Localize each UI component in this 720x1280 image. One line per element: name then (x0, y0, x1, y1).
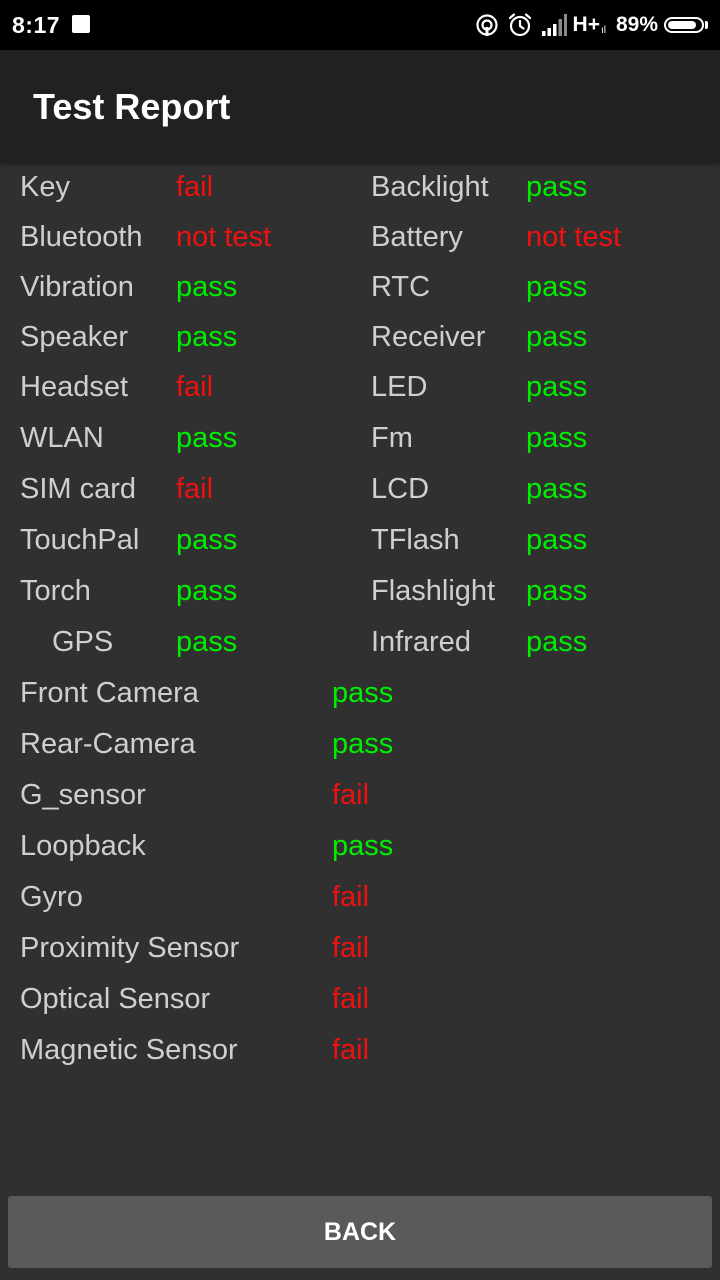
page-title: Test Report (33, 86, 231, 127)
test-label-gps: GPS (52, 626, 114, 658)
report-row: Loopback pass (0, 821, 720, 871)
test-label-battery: Battery (371, 221, 463, 253)
app-bar: Test Report (0, 50, 720, 162)
test-label-lcd: LCD (371, 473, 430, 505)
test-label-g-sensor: G_sensor (20, 779, 146, 811)
test-result-loopback: pass (332, 830, 394, 862)
report-row: WLAN pass Fm pass (0, 413, 720, 463)
report-row: SIM card fail LCD pass (0, 464, 720, 514)
report-row: Optical Sensor fail (0, 974, 720, 1024)
report-row: Front Camera pass (0, 668, 720, 718)
report-row: Key fail Backlight pass (0, 162, 720, 212)
report-row: Rear-Camera pass (0, 719, 720, 769)
test-result-rtc: pass (526, 271, 588, 303)
test-label-bluetooth: Bluetooth (20, 221, 143, 253)
test-label-speaker: Speaker (20, 321, 129, 353)
test-result-front-camera: pass (332, 677, 394, 709)
test-label-torch: Torch (20, 575, 91, 607)
signal-icon (541, 14, 567, 36)
test-label-proximity-sensor: Proximity Sensor (20, 932, 240, 964)
test-label-flashlight: Flashlight (371, 575, 496, 607)
test-result-optical-sensor: fail (332, 983, 370, 1015)
test-label-backlight: Backlight (371, 171, 489, 203)
test-result-g-sensor: fail (332, 779, 370, 811)
test-label-headset: Headset (20, 371, 129, 403)
test-result-led: pass (526, 371, 588, 403)
test-label-wlan: WLAN (20, 422, 104, 454)
test-result-receiver: pass (526, 321, 588, 353)
report-row: Proximity Sensor fail (0, 923, 720, 973)
test-result-backlight: pass (526, 171, 588, 203)
report-row: Vibration pass RTC pass (0, 262, 720, 312)
hotspot-icon (475, 13, 499, 37)
report-row: Headset fail LED pass (0, 362, 720, 412)
test-label-touchpal: TouchPal (20, 524, 140, 556)
test-label-tflash: TFlash (371, 524, 460, 556)
test-result-headset: fail (176, 371, 214, 403)
notification-icon (72, 15, 90, 33)
report-row: Gyro fail (0, 872, 720, 922)
test-label-rtc: RTC (371, 271, 431, 303)
test-label-vibration: Vibration (20, 271, 134, 303)
network-activity: ıl (600, 24, 606, 36)
battery-icon (664, 17, 704, 33)
report-row: Bluetooth not test Battery not test (0, 212, 720, 262)
test-label-sim-card: SIM card (20, 473, 137, 505)
test-label-gyro: Gyro (20, 881, 83, 913)
report-row: GPS pass Infrared pass (0, 617, 720, 667)
status-time: 8:17 (12, 12, 61, 38)
network-type: H+ (572, 13, 600, 36)
test-result-flashlight: pass (526, 575, 588, 607)
test-result-wlan: pass (176, 422, 238, 454)
test-result-battery: not test (526, 221, 622, 253)
test-result-lcd: pass (526, 473, 588, 505)
status-icons: H+ ıl 89% (467, 10, 708, 40)
test-label-receiver: Receiver (371, 321, 486, 353)
test-result-touchpal: pass (176, 524, 238, 556)
test-result-torch: pass (176, 575, 238, 607)
test-label-infrared: Infrared (371, 626, 471, 658)
battery-percent: 89% (615, 13, 658, 36)
test-label-optical-sensor: Optical Sensor (20, 983, 211, 1015)
test-result-vibration: pass (176, 271, 238, 303)
test-result-proximity-sensor: fail (332, 932, 370, 964)
test-result-gps: pass (176, 626, 238, 658)
test-result-fm: pass (526, 422, 588, 454)
battery-level (668, 21, 697, 29)
test-label-loopback: Loopback (20, 830, 146, 862)
alarm-icon (507, 12, 533, 38)
test-label-magnetic-sensor: Magnetic Sensor (20, 1034, 238, 1066)
test-result-infrared: pass (526, 626, 588, 658)
report-row: G_sensor fail (0, 770, 720, 820)
battery-tip (705, 21, 708, 29)
report-row: TouchPal pass TFlash pass (0, 515, 720, 565)
report-row: Torch pass Flashlight pass (0, 566, 720, 616)
test-label-rear-camera: Rear-Camera (20, 728, 196, 760)
back-button[interactable]: BACK (8, 1196, 712, 1268)
test-result-speaker: pass (176, 321, 238, 353)
test-result-rear-camera: pass (332, 728, 394, 760)
test-label-key: Key (20, 171, 70, 203)
report-row: Speaker pass Receiver pass (0, 312, 720, 362)
report-row: Magnetic Sensor fail (0, 1025, 720, 1075)
test-result-tflash: pass (526, 524, 588, 556)
test-result-bluetooth: not test (176, 221, 272, 253)
test-result-magnetic-sensor: fail (332, 1034, 370, 1066)
test-result-sim-card: fail (176, 473, 214, 505)
test-result-gyro: fail (332, 881, 370, 913)
test-label-fm: Fm (371, 422, 413, 454)
test-result-key: fail (176, 171, 214, 203)
test-label-led: LED (371, 371, 428, 403)
test-label-front-camera: Front Camera (20, 677, 199, 709)
status-bar: 8:17 H+ ıl 89% (0, 0, 720, 50)
